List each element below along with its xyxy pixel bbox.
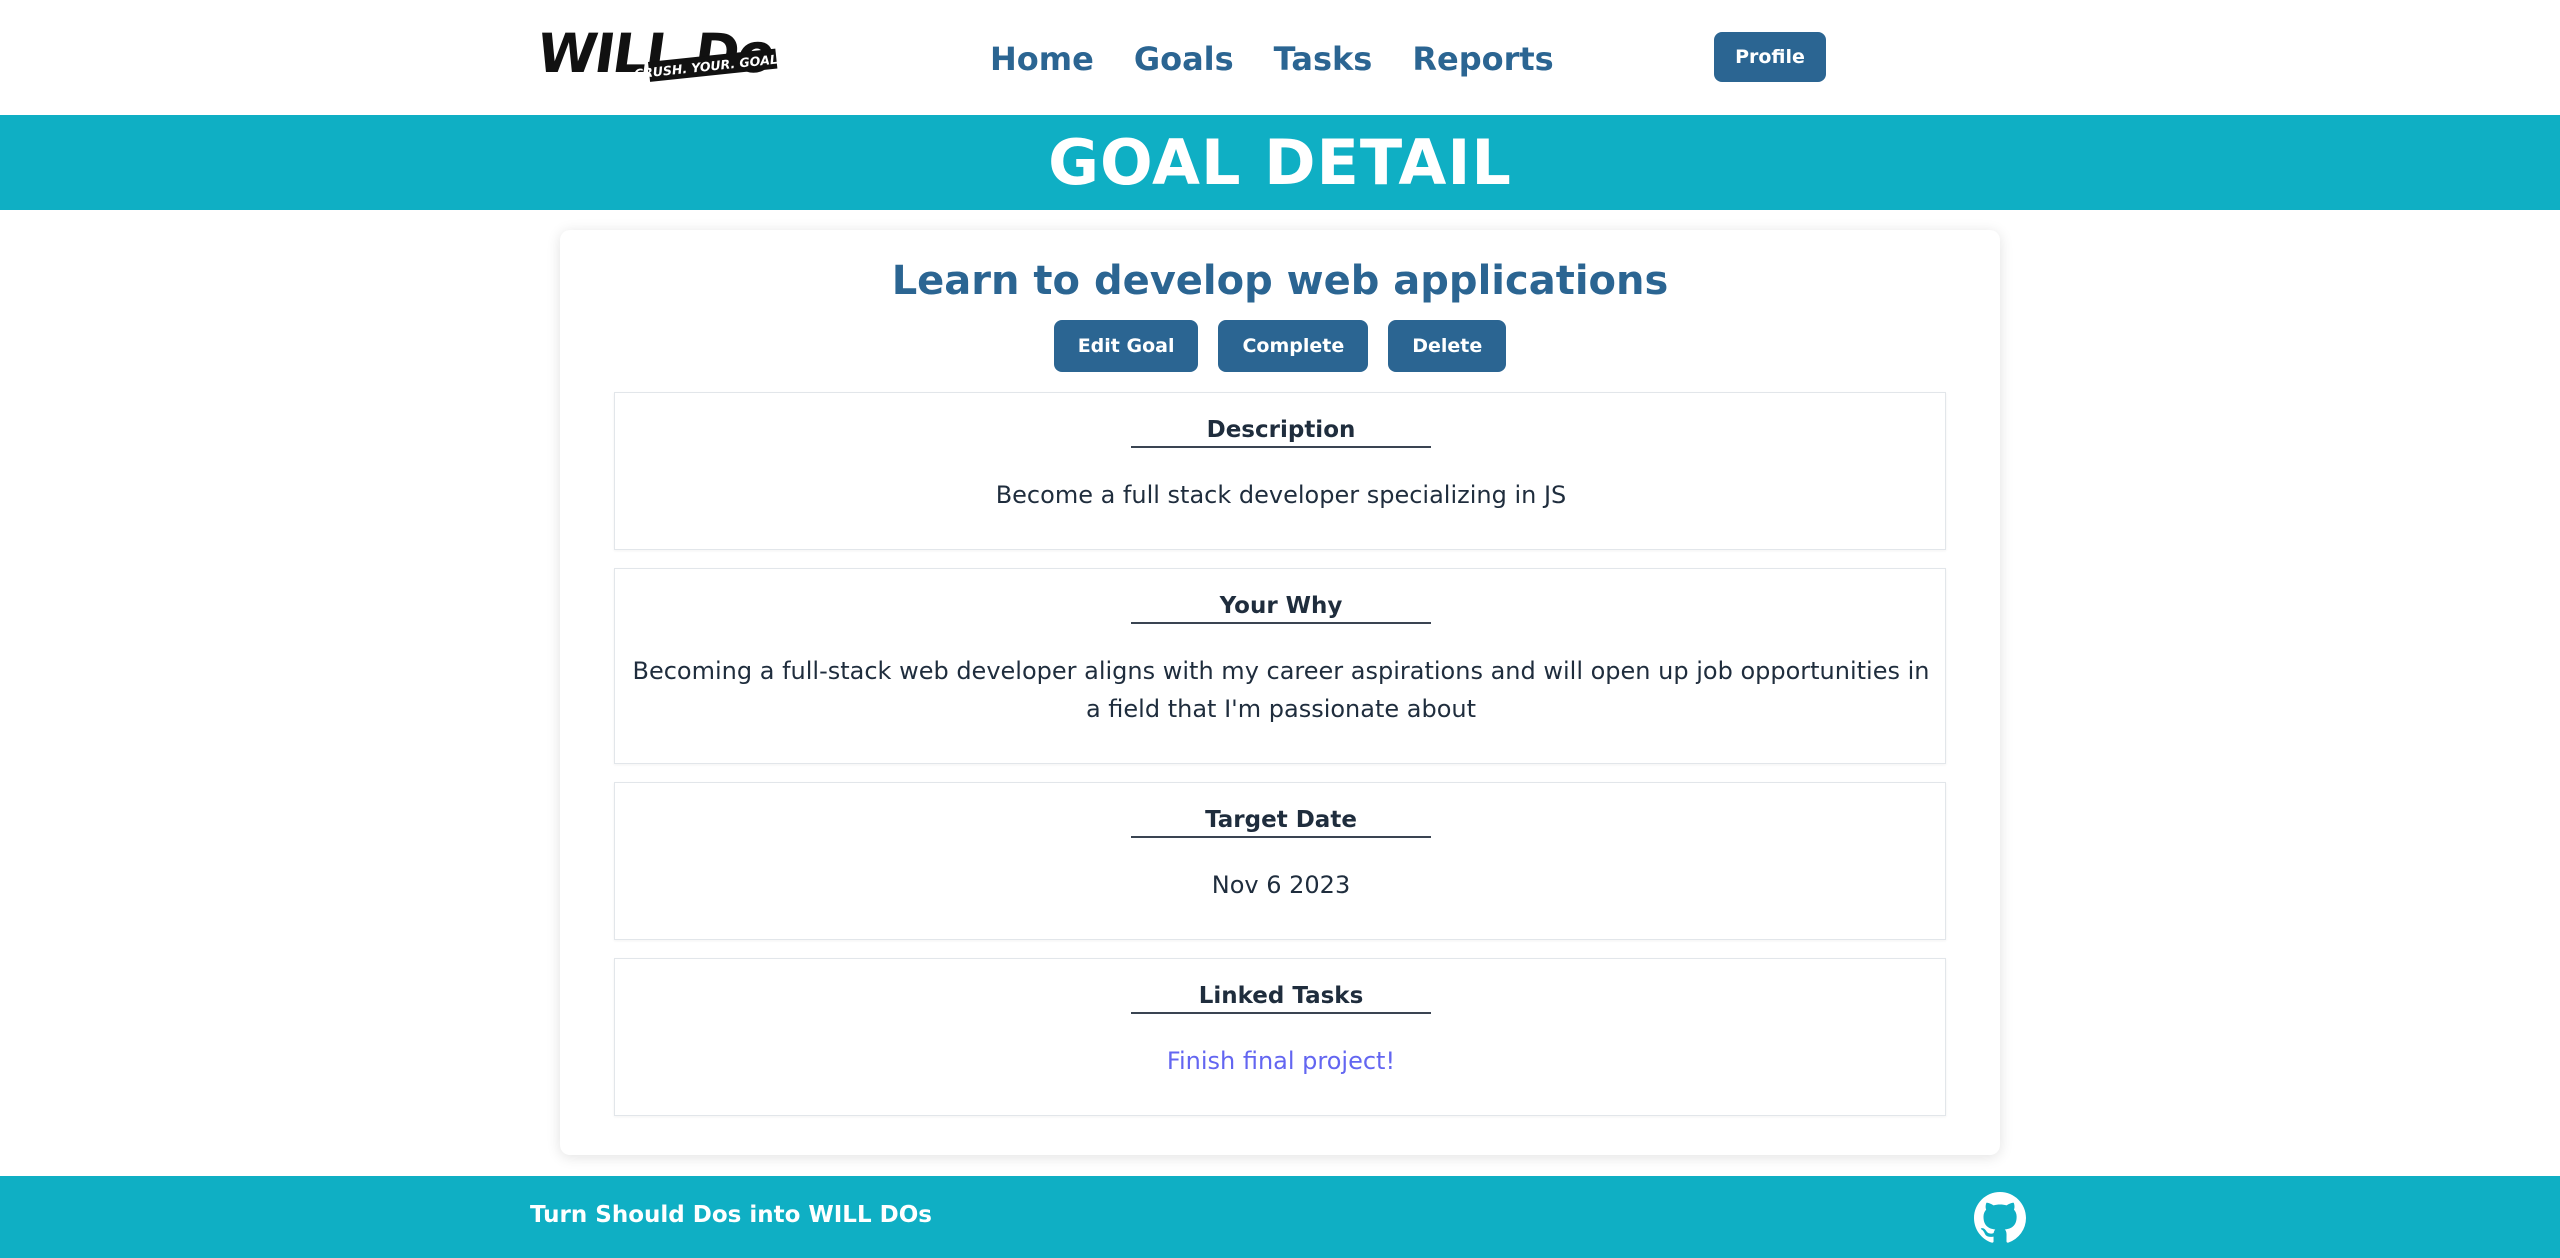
linked-tasks-heading: Linked Tasks (1131, 983, 1431, 1014)
nav-tasks-link[interactable]: Tasks (1274, 40, 1373, 78)
complete-goal-button[interactable]: Complete (1218, 320, 1369, 372)
target-date-heading: Target Date (1131, 807, 1431, 838)
nav-home-link[interactable]: Home (990, 40, 1094, 78)
description-text: Become a full stack developer specializi… (995, 481, 1567, 509)
goal-title: Learn to develop web applications (891, 258, 1669, 304)
delete-goal-button[interactable]: Delete (1388, 320, 1507, 372)
description-heading: Description (1131, 417, 1431, 448)
linked-tasks-list: Finish final project! (625, 1042, 1937, 1080)
top-header: WILL Do CRUSH. YOUR. GOALS. Home Goals T… (0, 0, 2560, 115)
nav-goals-link[interactable]: Goals (1134, 40, 1234, 78)
goal-actions: Edit Goal Complete Delete (560, 320, 2000, 372)
profile-button[interactable]: Profile (1714, 32, 1826, 82)
nav-reports-link[interactable]: Reports (1412, 40, 1553, 78)
target-date-section: Target Date Nov 6 2023 (614, 782, 1946, 940)
goal-detail-card: Learn to develop web applications Edit G… (560, 230, 2000, 1155)
why-heading: Your Why (1131, 593, 1431, 624)
page-title: GOAL DETAIL (1048, 126, 1512, 199)
why-section: Your Why Becoming a full-stack web devel… (614, 568, 1946, 764)
footer-tagline: Turn Should Dos into WILL DOs (530, 1202, 932, 1228)
main-nav: Home Goals Tasks Reports (990, 34, 1554, 84)
target-date-value: Nov 6 2023 (1211, 871, 1351, 899)
github-icon[interactable] (1974, 1192, 2026, 1244)
linked-tasks-section: Linked Tasks Finish final project! (614, 958, 1946, 1116)
will-do-logo[interactable]: WILL Do CRUSH. YOUR. GOALS. (530, 22, 780, 92)
page-banner: GOAL DETAIL (0, 115, 2560, 210)
edit-goal-button[interactable]: Edit Goal (1053, 320, 1199, 372)
why-text: Becoming a full-stack web developer alig… (632, 657, 1930, 723)
linked-task-link[interactable]: Finish final project! (1167, 1047, 1395, 1075)
description-section: Description Become a full stack develope… (614, 392, 1946, 550)
page-footer: Turn Should Dos into WILL DOs (0, 1176, 2560, 1258)
